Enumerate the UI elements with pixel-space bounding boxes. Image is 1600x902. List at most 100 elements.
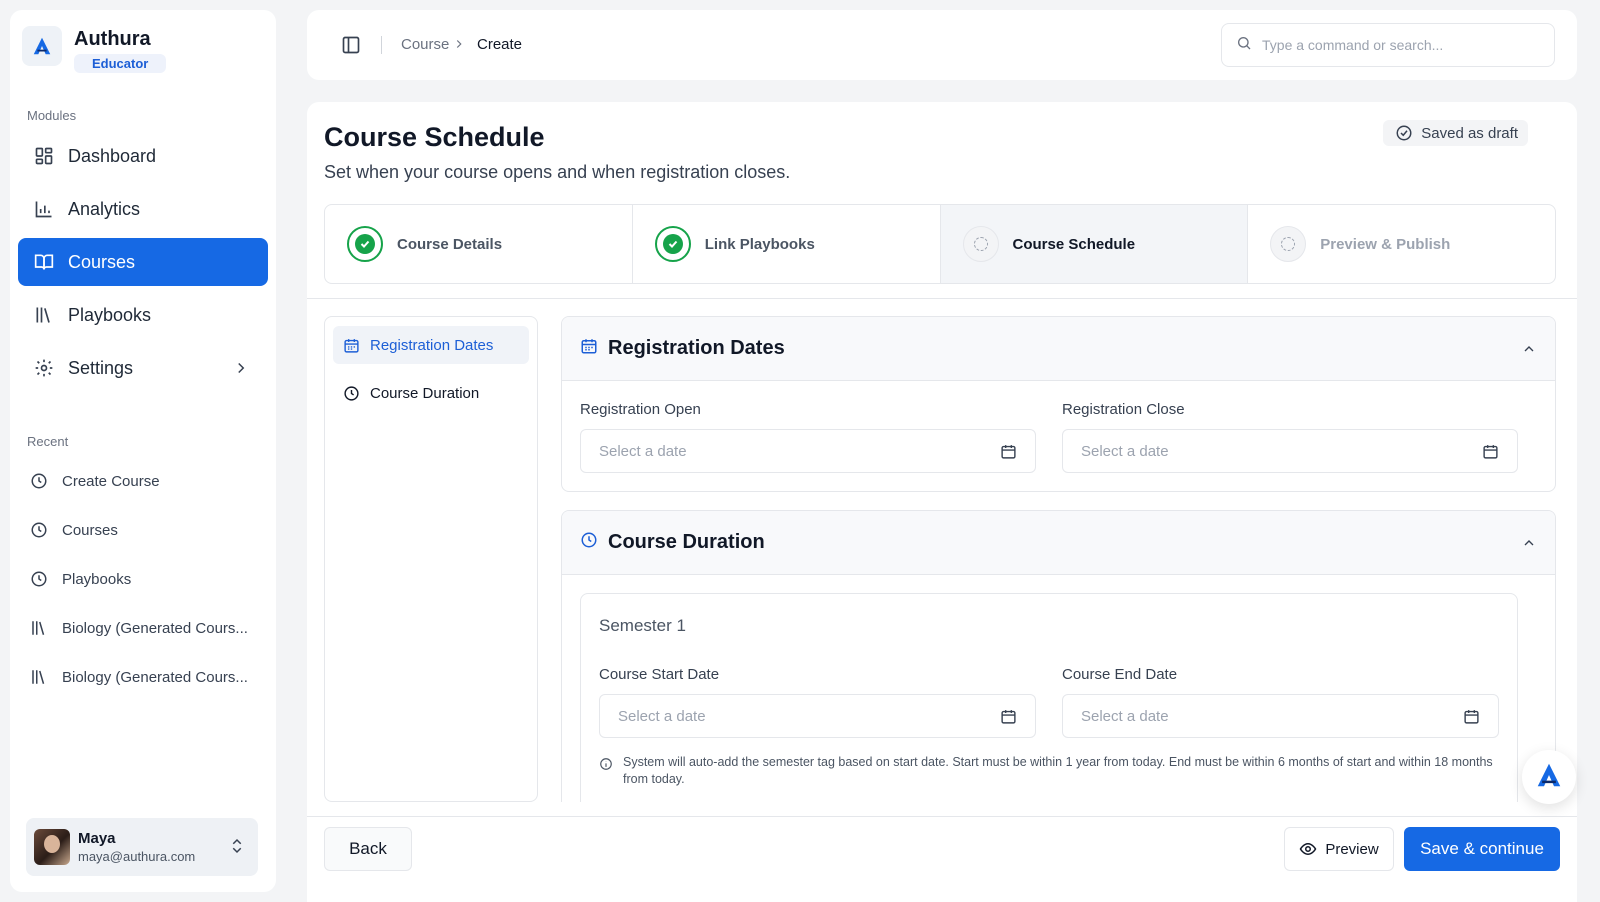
nav-analytics[interactable]: Analytics (18, 185, 268, 233)
role-badge: Educator (74, 54, 167, 73)
preview-button[interactable]: Preview (1284, 827, 1394, 871)
course-duration-header[interactable]: Course Duration (562, 511, 1555, 575)
page-subtitle: Set when your course opens and when regi… (324, 162, 791, 182)
nav-courses[interactable]: Courses (18, 238, 268, 286)
recent-item[interactable]: Playbooks (30, 567, 131, 591)
recent-label-text: Biology (Generated Cours... (62, 619, 248, 637)
course-end-date-picker[interactable]: Select a date (1062, 694, 1499, 738)
step-course-schedule[interactable]: Course Schedule (940, 205, 1249, 283)
preview-label: Preview (1325, 840, 1379, 858)
nav-label: Courses (68, 251, 136, 272)
gear-icon (34, 358, 54, 378)
chevron-up-icon[interactable] (1521, 535, 1537, 556)
calendar-icon (580, 337, 598, 360)
date-placeholder: Select a date (618, 707, 706, 725)
eye-icon (1299, 840, 1317, 858)
step-label: Link Playbooks (704, 235, 815, 253)
step-label: Course Schedule (1012, 235, 1136, 253)
divider (381, 36, 382, 54)
breadcrumb-create: Create (477, 36, 523, 53)
chevrons-up-down-icon (228, 837, 246, 860)
date-placeholder: Select a date (1081, 442, 1169, 460)
panel-title: Registration Dates (608, 337, 785, 359)
progress-stepper: Course Details Link Playbooks Course Sch… (324, 204, 1556, 284)
footer-divider (307, 816, 1577, 817)
recent-item[interactable]: Biology (Generated Cours... (30, 665, 248, 689)
search-input[interactable] (1262, 37, 1532, 53)
search-icon (1236, 35, 1252, 56)
brand-name: Authura (74, 28, 151, 50)
brand-logo-icon (22, 26, 62, 66)
registration-open-label: Registration Open (580, 401, 701, 418)
course-duration-panel: Course Duration Semester 1 Course Start … (561, 510, 1556, 802)
breadcrumb-separator-icon (452, 37, 466, 55)
semester-hint: System will auto-add the semester tag ba… (599, 754, 1499, 788)
clock-icon (580, 531, 598, 554)
nav-playbooks[interactable]: Playbooks (18, 291, 268, 339)
back-button[interactable]: Back (324, 827, 412, 871)
user-menu[interactable]: Maya maya@authura.com (26, 818, 258, 876)
dashboard-icon (34, 146, 54, 166)
date-placeholder: Select a date (599, 442, 687, 460)
step-course-details[interactable]: Course Details (325, 205, 633, 283)
registration-close-date-picker[interactable]: Select a date (1062, 429, 1518, 473)
sidebar: Authura Educator Modules Dashboard Analy… (10, 10, 276, 892)
page-title: Course Schedule (324, 122, 545, 152)
step-label: Course Details (397, 235, 503, 253)
course-end-label: Course End Date (1062, 666, 1178, 683)
section-nav-label: Registration Dates (370, 336, 494, 354)
nav-dashboard[interactable]: Dashboard (18, 132, 268, 180)
section-nav-duration[interactable]: Course Duration (333, 374, 529, 412)
clock-icon (30, 472, 48, 490)
brand: Authura Educator (22, 26, 167, 73)
step-label: Preview & Publish (1320, 235, 1451, 253)
recent-label-text: Biology (Generated Cours... (62, 668, 248, 686)
step-pending-icon (962, 226, 999, 262)
registration-open-date-picker[interactable]: Select a date (580, 429, 1036, 473)
recent-label: Recent (27, 434, 69, 449)
calendar-icon (1463, 708, 1480, 725)
section-nav-label: Course Duration (370, 384, 480, 402)
calendar-icon (1482, 443, 1499, 460)
assistant-launcher-button[interactable] (1522, 750, 1576, 804)
chevron-right-icon (232, 359, 250, 382)
step-preview-publish[interactable]: Preview & Publish (1248, 205, 1555, 283)
section-nav-registration[interactable]: Registration Dates (333, 326, 529, 364)
step-complete-icon (347, 226, 383, 262)
panel-title: Course Duration (608, 531, 765, 553)
recent-item[interactable]: Courses (30, 518, 118, 542)
clock-icon (30, 521, 48, 539)
clock-icon (30, 570, 48, 588)
section-nav: Registration Dates Course Duration (324, 316, 538, 802)
step-complete-icon (654, 226, 691, 262)
course-start-date-picker[interactable]: Select a date (599, 694, 1036, 738)
modules-label: Modules (27, 108, 77, 123)
recent-item[interactable]: Biology (Generated Cours... (30, 616, 248, 640)
sidebar-toggle-icon[interactable] (341, 35, 361, 60)
step-link-playbooks[interactable]: Link Playbooks (633, 205, 941, 283)
check-circle-icon (1395, 124, 1413, 142)
recent-item[interactable]: Create Course (30, 469, 160, 493)
avatar (34, 829, 70, 865)
recent-label-text: Create Course (62, 472, 160, 490)
top-bar: Course Create (307, 10, 1577, 80)
nav-settings[interactable]: Settings (18, 344, 268, 392)
nav-label: Playbooks (68, 304, 152, 325)
breadcrumb-course[interactable]: Course (401, 36, 449, 53)
registration-close-label: Registration Close (1062, 401, 1185, 418)
chevron-up-icon[interactable] (1521, 341, 1537, 362)
recent-label-text: Playbooks (62, 570, 132, 588)
command-search[interactable] (1221, 23, 1555, 67)
brand-logo-icon (1534, 760, 1564, 795)
registration-dates-panel: Registration Dates Registration Open Sel… (561, 316, 1556, 492)
calendar-icon (1000, 443, 1017, 460)
registration-dates-header[interactable]: Registration Dates (562, 317, 1555, 381)
nav-label: Dashboard (68, 145, 157, 166)
user-name: Maya (78, 830, 116, 847)
hint-text: System will auto-add the semester tag ba… (623, 755, 1493, 786)
library-icon (30, 619, 48, 637)
save-continue-button[interactable]: Save & continue (1404, 827, 1560, 871)
semester-card: Semester 1 Course Start Date Select a da… (580, 593, 1518, 802)
date-placeholder: Select a date (1081, 707, 1169, 725)
recent-label-text: Courses (62, 521, 118, 539)
